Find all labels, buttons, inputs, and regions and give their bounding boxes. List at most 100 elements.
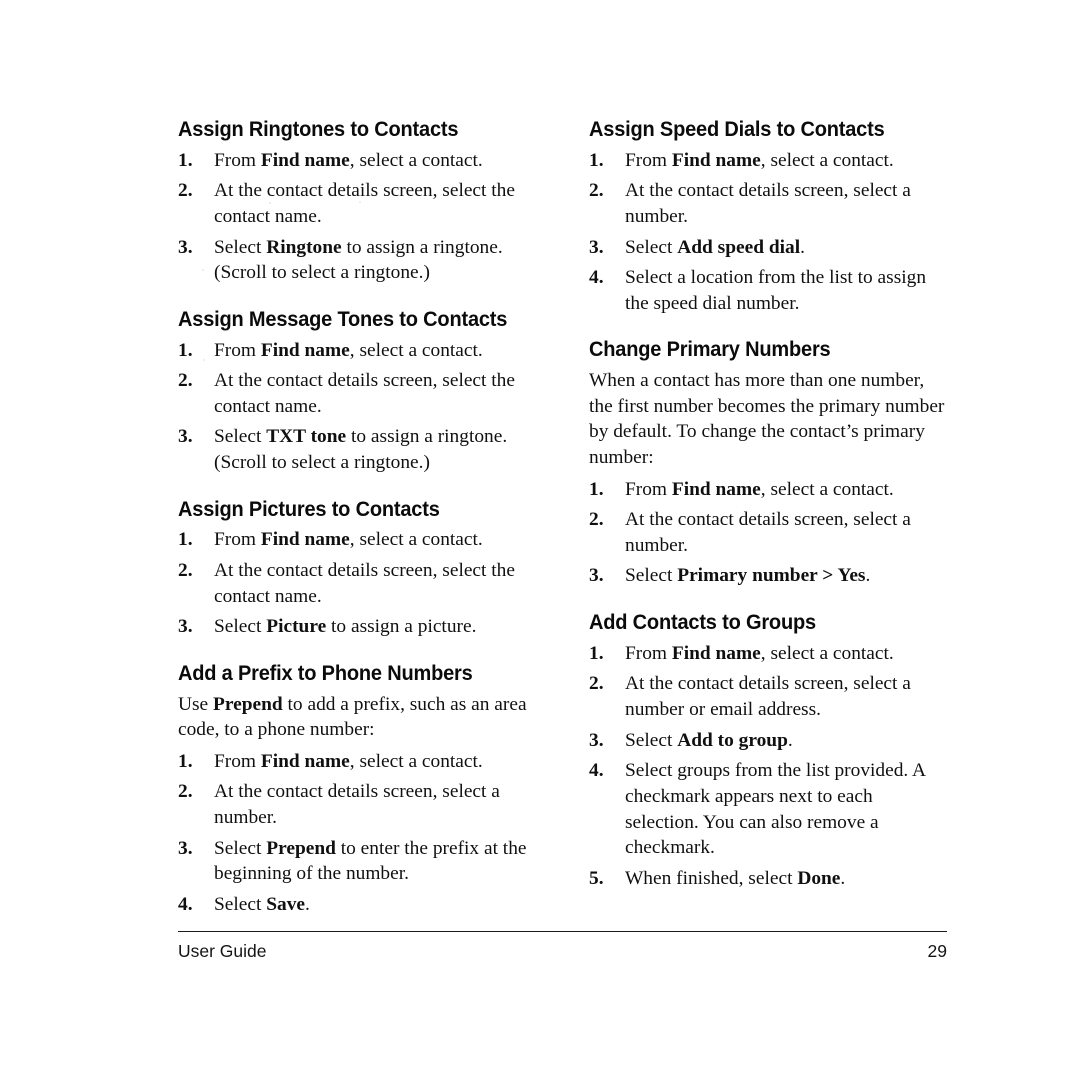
section-intro-paragraph: Use Prepend to add a prefix, such as an …	[178, 692, 537, 743]
step-text: When finished, select Done.	[625, 866, 948, 892]
emphasis-term: Picture	[266, 616, 327, 638]
step-text: From Find name, select a contact.	[625, 641, 948, 667]
step-text: Select groups from the list provided. A …	[625, 758, 948, 860]
footer-left-label: User Guide	[178, 941, 267, 961]
step-list: 1. From Find name, select a contact. 2. At …	[589, 477, 948, 589]
step-text: At the contact details screen, select a …	[214, 779, 537, 830]
step-text: Select Add speed dial.	[625, 235, 948, 261]
step-text: Select TXT tone to assign a ringtone. (S…	[214, 424, 537, 475]
step-number: 1.	[589, 149, 604, 171]
content-section: Assign Ringtones to Contacts 1. From Find …	[178, 118, 537, 286]
text-run: At the contact details screen, select a …	[625, 509, 911, 556]
text-run: From	[214, 750, 261, 772]
step-item: 4. Select Save.	[178, 892, 537, 918]
step-item: 2. At the contact details screen, select …	[178, 368, 537, 419]
text-run: , select a contact.	[760, 478, 894, 500]
emphasis-term: Find name	[671, 478, 761, 500]
step-text: From Find name, select a contact.	[214, 148, 537, 174]
step-text: At the contact details screen, select a …	[625, 178, 948, 229]
emphasis-term: Prepend	[213, 693, 283, 715]
text-run: Select	[625, 565, 678, 587]
step-text: At the contact details screen, select a …	[625, 507, 948, 558]
step-number: 1.	[589, 478, 604, 500]
text-run: From	[214, 529, 261, 551]
step-item: 5. When finished, select Done.	[589, 866, 948, 892]
step-list: 1. From Find name, select a contact. 2. At …	[589, 641, 948, 891]
text-run: From	[625, 149, 672, 171]
text-run: .	[787, 729, 793, 751]
step-number: 4.	[178, 893, 193, 915]
step-item: 1. From Find name, select a contact.	[178, 527, 537, 553]
text-run: Select	[214, 426, 267, 448]
emphasis-term: Prepend	[266, 837, 336, 859]
step-list: 1. From Find name, select a contact. 2. At …	[178, 749, 537, 918]
step-item: 2. At the contact details screen, select …	[589, 671, 948, 722]
section-heading: Assign Ringtones to Contacts	[178, 117, 459, 141]
step-number: 2.	[589, 673, 604, 695]
step-text: From Find name, select a contact.	[625, 477, 948, 503]
step-number: 4.	[589, 760, 604, 782]
step-number: 3.	[178, 426, 193, 448]
emphasis-term: Ringtone	[266, 236, 342, 258]
text-run: At the contact details screen, select th…	[214, 370, 515, 417]
step-text: Select Picture to assign a picture.	[214, 614, 537, 640]
text-run: to assign a picture.	[326, 616, 477, 638]
step-text: At the contact details screen, select a …	[625, 671, 948, 722]
step-number: 3.	[178, 236, 193, 258]
text-run: When finished, select	[625, 867, 798, 889]
text-run: At the contact details screen, select a …	[214, 781, 500, 829]
step-list: 1. From Find name, select a contact. 2. At …	[589, 148, 948, 317]
step-number: 5.	[589, 867, 604, 889]
step-item: 3. Select Add to group.	[589, 728, 948, 754]
text-run: Select groups from the list provided. A …	[625, 760, 925, 859]
emphasis-term: Primary number > Yes	[677, 565, 866, 587]
step-item: 2. At the contact details screen, select …	[589, 507, 948, 558]
text-run: Select	[214, 616, 267, 638]
step-text: From Find name, select a contact.	[214, 338, 537, 364]
step-number: 2.	[589, 180, 604, 202]
emphasis-term: Find name	[260, 750, 350, 772]
page-columns: Assign Ringtones to Contacts 1. From Find …	[178, 118, 948, 918]
step-text: At the contact details screen, select th…	[214, 368, 537, 419]
content-section: Assign Pictures to Contacts 1. From Find n…	[178, 497, 537, 640]
step-text: At the contact details screen, select th…	[214, 178, 537, 229]
step-number: 3.	[589, 565, 604, 587]
step-item: 3. Select Ringtone to assign a ringtone. …	[178, 235, 537, 286]
emphasis-term: Find name	[260, 149, 350, 171]
step-item: 4. Select groups from the list provided. …	[589, 758, 948, 860]
step-list: 1. From Find name, select a contact. 2. At …	[178, 148, 537, 286]
text-run: From	[214, 149, 261, 171]
text-run: Select a location from the list to assig…	[625, 267, 927, 314]
text-run: , select a contact.	[349, 149, 483, 171]
emphasis-term: Find name	[671, 149, 761, 171]
text-run: When a contact has more than one number,…	[589, 370, 945, 469]
text-run: , select a contact.	[349, 339, 483, 361]
step-item: 1. From Find name, select a contact.	[589, 477, 948, 503]
step-number: 2.	[178, 370, 193, 392]
emphasis-term: Find name	[260, 529, 350, 551]
footer-page-number: 29	[927, 941, 947, 961]
text-column-2: Assign Speed Dials to Contacts 1. From Fin…	[589, 118, 948, 918]
step-number: 3.	[178, 616, 193, 638]
emphasis-term: Add speed dial	[677, 236, 801, 258]
step-text: From Find name, select a contact.	[214, 527, 537, 553]
step-item: 1. From Find name, select a contact.	[178, 148, 537, 174]
text-run: .	[305, 893, 310, 915]
text-column-1: Assign Ringtones to Contacts 1. From Find …	[178, 118, 537, 918]
section-heading: Add Contacts to Groups	[589, 610, 816, 635]
content-section: Change Primary Numbers When a contact has…	[589, 338, 948, 589]
content-section: Assign Message Tones to Contacts 1. From F…	[178, 308, 537, 476]
step-number: 1.	[589, 642, 604, 664]
footer-row: User Guide 29	[178, 941, 947, 962]
step-text: Select Save.	[214, 892, 537, 918]
step-item: 4. Select a location from the list to ass…	[589, 265, 948, 316]
footer-divider	[178, 931, 947, 932]
text-run: Select	[625, 729, 678, 751]
text-run: .	[865, 565, 871, 587]
text-run: .	[800, 236, 805, 258]
emphasis-term: Save	[266, 893, 306, 915]
step-list: 1. From Find name, select a contact. 2. At …	[178, 527, 537, 639]
step-number: 4.	[589, 267, 604, 289]
text-run: From	[625, 642, 672, 664]
step-item: 3. Select TXT tone to assign a ringtone. …	[178, 424, 537, 475]
